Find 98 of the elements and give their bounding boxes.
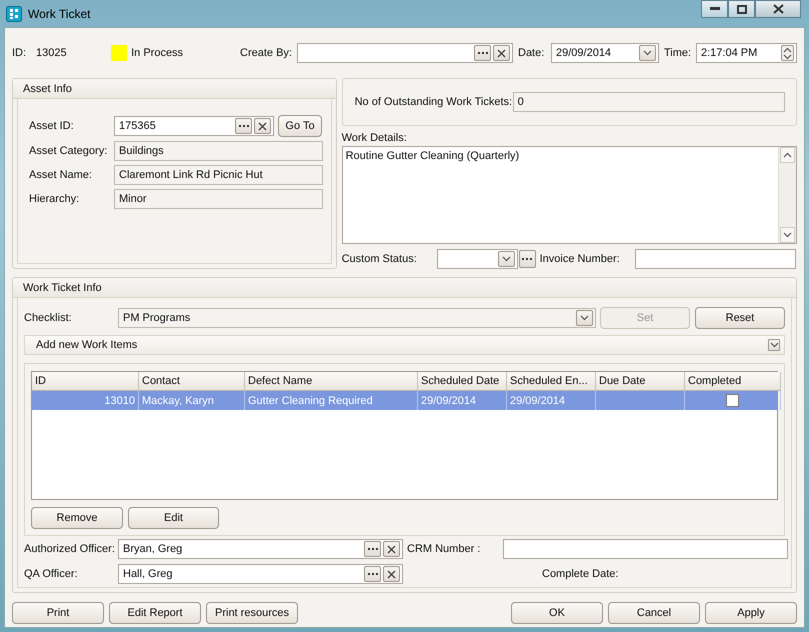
field-label: Create By: (240, 47, 293, 59)
asset-id-field[interactable]: 175365 (114, 116, 274, 136)
group-title: Work Ticket Info (23, 282, 102, 294)
table-cell: Gutter Cleaning Required (245, 391, 418, 410)
close-icon (497, 48, 506, 58)
action-button[interactable]: Print (12, 602, 104, 624)
dialog-button[interactable]: Cancel (608, 602, 700, 624)
ellipsis-icon (478, 52, 488, 54)
window-title: Work Ticket (28, 6, 92, 20)
field-label: QA Officer: (24, 568, 79, 580)
ellipsis-icon (238, 124, 248, 128)
field-label: Complete Date: (542, 568, 618, 580)
authorized-officer-field[interactable]: Bryan, Greg (118, 539, 403, 559)
chevron-down-icon (580, 315, 589, 321)
maximize-icon (736, 4, 746, 14)
minimize-button[interactable] (701, 0, 728, 18)
ellipsis-icon (368, 548, 378, 550)
dropdown-button[interactable] (639, 45, 656, 61)
field-label: Invoice Number: (540, 253, 621, 265)
crm-number-field[interactable] (503, 539, 788, 559)
chevron-up-icon (783, 152, 792, 158)
readonly-field: Claremont Link Rd Picnic Hut (114, 165, 323, 185)
ellipsis-icon (368, 572, 378, 576)
dialog-button[interactable]: Apply (705, 602, 797, 624)
time-field[interactable]: 2:17:04 PM (696, 43, 797, 63)
close-icon (387, 544, 396, 554)
status-text: In Process (131, 47, 184, 59)
spinner-button[interactable] (781, 45, 794, 61)
app-icon (6, 6, 22, 22)
invoice-number-field[interactable] (634, 249, 796, 269)
table-cell: Mackay, Karyn (139, 391, 245, 410)
dropdown-button[interactable] (498, 251, 515, 267)
qa-officer-field[interactable]: Hall, Greg (118, 564, 403, 584)
work-details-textarea[interactable]: Routine Gutter Cleaning (Quarterly) (342, 146, 797, 244)
checklist-dropdown: PM Programs (118, 308, 596, 328)
column-header[interactable]: Due Date (596, 372, 685, 391)
group-title: Asset Info (23, 82, 72, 94)
column-header[interactable]: Scheduled Date (418, 372, 507, 391)
id-label: ID: (12, 47, 28, 59)
reset-button[interactable]: Reset (695, 307, 785, 329)
date-field[interactable]: 29/09/2014 (551, 43, 659, 63)
maximize-button[interactable] (728, 0, 755, 18)
go-to-button[interactable]: Go To (278, 115, 322, 137)
close-icon (772, 4, 784, 14)
field-label: No of Outstanding Work Tickets: (354, 96, 513, 108)
column-header[interactable]: Contact (139, 372, 245, 391)
column-header[interactable]: Completed (685, 372, 781, 391)
field-label: Time: (664, 47, 692, 59)
readonly-field: Minor (114, 189, 323, 209)
field-label: Checklist: (24, 312, 73, 324)
ellipsis-button[interactable] (364, 541, 381, 557)
close-button[interactable] (755, 0, 801, 18)
table-cell: 13010 (32, 391, 139, 410)
field-label: Date: (518, 47, 546, 59)
id-value: 13025 (36, 47, 68, 59)
field-label: Work Details: (342, 130, 408, 146)
chevron-down-icon (502, 256, 511, 262)
readonly-field: 0 (512, 92, 785, 112)
field-label: Hierarchy: (29, 193, 80, 205)
dialog-button[interactable]: OK (511, 602, 603, 624)
ellipsis-button[interactable] (474, 45, 491, 61)
action-button[interactable]: Edit Report (109, 602, 201, 624)
column-header[interactable]: Defect Name (245, 372, 418, 391)
field-label: Asset Name: (29, 169, 93, 181)
ellipsis-button[interactable] (235, 118, 252, 134)
ellipsis-button[interactable] (364, 566, 381, 582)
minimize-icon (710, 7, 720, 11)
remove-button[interactable]: Remove (31, 507, 123, 529)
clear-button[interactable] (383, 566, 400, 582)
close-icon (387, 570, 396, 578)
dropdown-button[interactable] (576, 310, 593, 326)
chevron-up-icon (783, 46, 792, 52)
chevron-down-icon (770, 342, 778, 348)
field-label: Custom Status: (342, 253, 418, 265)
checkbox[interactable] (726, 394, 739, 407)
clear-button[interactable] (254, 118, 271, 134)
table-cell: 29/09/2014 (418, 391, 507, 410)
close-icon (258, 122, 267, 130)
field-label: Authorized Officer: (24, 543, 116, 555)
add-work-items-bar[interactable]: Add new Work Items (24, 335, 785, 355)
column-header[interactable]: Scheduled En... (507, 372, 596, 391)
scrollbar[interactable] (778, 146, 796, 243)
clear-button[interactable] (383, 541, 400, 557)
chevron-down-icon (783, 54, 792, 60)
clear-button[interactable] (493, 45, 510, 61)
table-cell: 29/09/2014 (507, 391, 596, 410)
ellipsis-icon (522, 258, 532, 260)
ellipsis-button[interactable] (518, 250, 536, 268)
field-label: CRM Number : (407, 543, 482, 555)
field-label: Asset Category: (29, 145, 108, 157)
column-header[interactable]: ID (32, 372, 139, 391)
edit-button[interactable]: Edit (128, 507, 219, 529)
chevron-down-icon (783, 232, 792, 238)
create-by-field[interactable] (297, 43, 513, 63)
readonly-field: Buildings (114, 141, 323, 161)
field-label: Asset ID: (29, 120, 75, 132)
action-button[interactable]: Print resources (206, 602, 298, 624)
chevron-down-icon (643, 50, 652, 56)
